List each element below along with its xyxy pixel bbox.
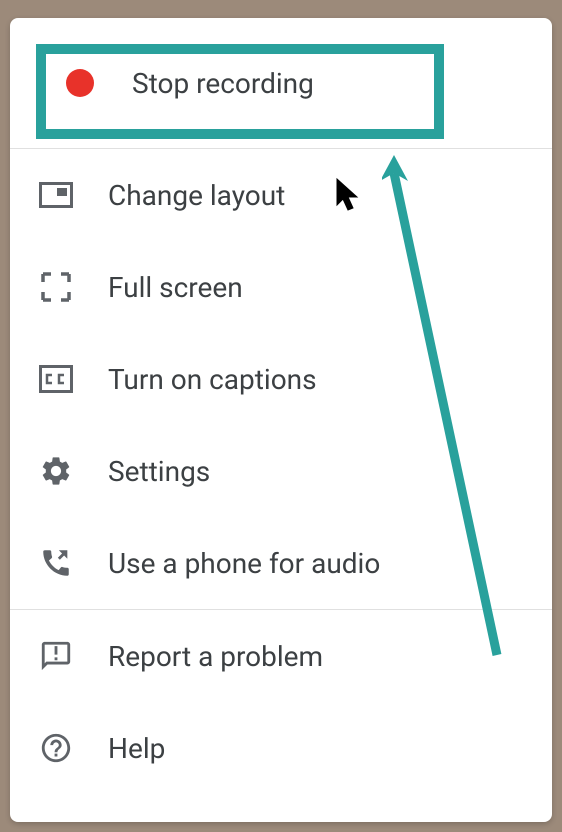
help-icon — [34, 726, 78, 770]
feedback-icon — [34, 634, 78, 678]
menu-label: Use a phone for audio — [108, 547, 380, 580]
menu-label: Change layout — [108, 179, 285, 212]
gear-icon — [34, 449, 78, 493]
menu-label: Help — [108, 732, 165, 765]
fullscreen-icon — [34, 265, 78, 309]
menu-item-change-layout[interactable]: Change layout — [10, 149, 552, 241]
options-menu: Stop recording Change layout F — [10, 18, 552, 822]
record-icon — [58, 61, 102, 105]
menu-item-full-screen[interactable]: Full screen — [10, 241, 552, 333]
menu-label: Settings — [108, 455, 210, 488]
menu-section-main: Change layout Full screen — [10, 149, 552, 609]
menu-item-settings[interactable]: Settings — [10, 425, 552, 517]
menu-item-report-problem[interactable]: Report a problem — [10, 610, 552, 702]
menu-section-support: Report a problem Help — [10, 610, 552, 794]
menu-item-phone-audio[interactable]: Use a phone for audio — [10, 517, 552, 609]
phone-audio-icon — [34, 541, 78, 585]
menu-label: Turn on captions — [108, 363, 317, 396]
menu-label: Report a problem — [108, 640, 323, 673]
cursor-icon — [335, 177, 361, 213]
menu-item-stop-recording[interactable]: Stop recording — [10, 18, 552, 148]
menu-label: Full screen — [108, 271, 243, 304]
layout-icon — [34, 173, 78, 217]
menu-label: Stop recording — [132, 67, 314, 100]
captions-icon — [34, 357, 78, 401]
menu-item-help[interactable]: Help — [10, 702, 552, 794]
menu-item-captions[interactable]: Turn on captions — [10, 333, 552, 425]
